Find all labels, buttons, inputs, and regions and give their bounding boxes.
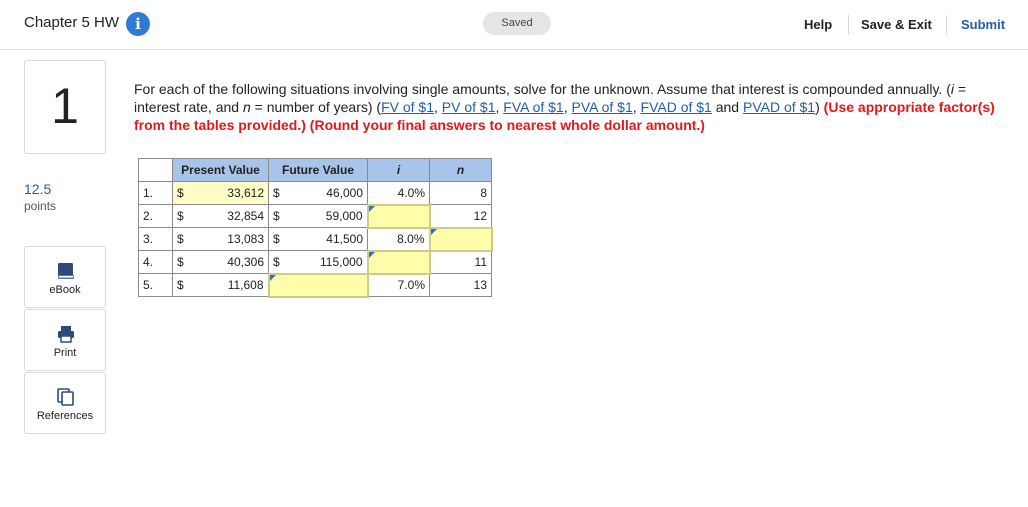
separator: , [563, 99, 572, 115]
header-years: n [429, 158, 492, 182]
interest-cell: 7.0% [367, 273, 430, 297]
row-number: 2. [138, 204, 173, 228]
header-interest-rate: i [367, 158, 430, 182]
header-present-value: Present Value [172, 158, 269, 182]
separator: , [632, 99, 641, 115]
table-row: 5. $ 11,608 7.0% 13 [138, 272, 492, 298]
row-number: 5. [138, 273, 173, 297]
pv-currency: $ [172, 204, 197, 228]
years-input[interactable] [428, 226, 493, 252]
fv-table-link[interactable]: FV of $1 [381, 99, 434, 115]
pv-table-link[interactable]: PV of $1 [442, 99, 496, 115]
fv-cell: 41,500 [292, 227, 368, 251]
table-row: 2. $ 32,854 $ 59,000 12 [138, 203, 492, 229]
pv-currency: $ [172, 250, 197, 274]
fv-cell: 115,000 [292, 250, 368, 274]
pv-cell: 32,854 [196, 204, 269, 228]
question-text-part: ) [815, 99, 824, 115]
answer-table: Present Value Future Value i n 1. $ 33,6… [138, 158, 493, 298]
references-button[interactable]: References [24, 372, 106, 434]
table-header-row: Present Value Future Value i n [138, 158, 492, 182]
question-number: 1 [51, 78, 79, 134]
years-cell: 8 [429, 181, 492, 205]
question-number-box: 1 [24, 60, 106, 154]
pv-cell[interactable]: 33,612 [196, 181, 269, 205]
question-text-part: = number of years) ( [250, 99, 382, 115]
submit-link[interactable]: Submit [961, 17, 1005, 32]
print-button[interactable]: Print [24, 309, 106, 371]
table-row: 4. $ 40,306 $ 115,000 11 [138, 249, 492, 275]
interest-cell: 4.0% [367, 181, 430, 205]
pv-currency: $ [172, 181, 197, 205]
row-number: 3. [138, 227, 173, 251]
fvad-table-link[interactable]: FVAD of $1 [641, 99, 712, 115]
row-number: 4. [138, 250, 173, 274]
printer-icon [58, 326, 74, 343]
fv-currency: $ [268, 204, 293, 228]
pv-cell: 40,306 [196, 250, 269, 274]
years-cell: 13 [429, 273, 492, 297]
separator: , [434, 99, 442, 115]
divider [946, 15, 947, 35]
pvad-table-link[interactable]: PVAD of $1 [743, 99, 815, 115]
row-number: 1. [138, 181, 173, 205]
info-icon[interactable]: i [126, 12, 150, 36]
pv-cell: 11,608 [196, 273, 269, 297]
ebook-label: eBook [49, 284, 81, 296]
interest-cell: 8.0% [367, 227, 430, 251]
fv-currency: $ [268, 227, 293, 251]
top-bar: Chapter 5 HW i Saved Help Save & Exit Su… [0, 0, 1028, 50]
interest-input[interactable] [366, 203, 431, 229]
fv-currency: $ [268, 181, 293, 205]
years-cell: 12 [429, 204, 492, 228]
table-row: 1. $ 33,612 $ 46,000 4.0% 8 [138, 181, 492, 205]
pva-table-link[interactable]: PVA of $1 [572, 99, 633, 115]
book-icon [58, 263, 74, 279]
divider [848, 15, 849, 35]
print-label: Print [53, 347, 77, 359]
header-future-value: Future Value [268, 158, 368, 182]
interest-input[interactable] [366, 249, 431, 275]
help-link[interactable]: Help [804, 17, 832, 32]
pv-currency: $ [172, 227, 197, 251]
pv-currency: $ [172, 273, 197, 297]
separator: and [711, 99, 743, 115]
n-variable: n [242, 99, 251, 115]
points-value: 12.5 [24, 181, 52, 197]
fv-cell: 46,000 [292, 181, 368, 205]
references-label: References [36, 410, 94, 422]
pv-cell: 13,083 [196, 227, 269, 251]
fv-currency: $ [268, 250, 293, 274]
question-text-part: For each of the following situations inv… [134, 81, 951, 97]
fv-input[interactable] [267, 272, 369, 298]
header-blank [138, 158, 173, 182]
table-row: 3. $ 13,083 $ 41,500 8.0% [138, 226, 493, 252]
assignment-title: Chapter 5 HW [24, 14, 120, 31]
saved-status-badge: Saved [483, 12, 551, 35]
points-label: points [24, 199, 57, 213]
save-exit-link[interactable]: Save & Exit [861, 17, 932, 32]
fva-table-link[interactable]: FVA of $1 [503, 99, 563, 115]
references-icon [57, 388, 74, 406]
question-text: For each of the following situations inv… [134, 80, 1014, 134]
years-cell: 11 [429, 250, 492, 274]
ebook-button[interactable]: eBook [24, 246, 106, 308]
fv-cell: 59,000 [292, 204, 368, 228]
